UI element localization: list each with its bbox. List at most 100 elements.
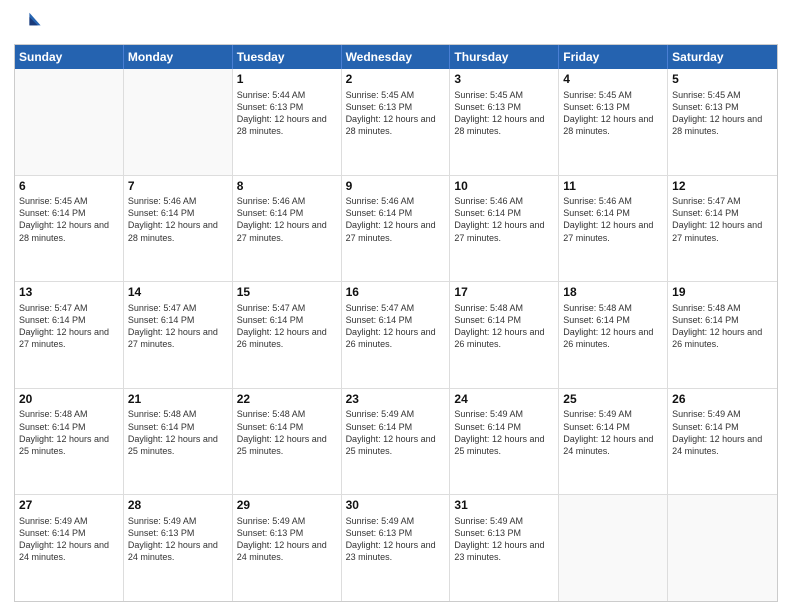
cal-cell: 4Sunrise: 5:45 AM Sunset: 6:13 PM Daylig… <box>559 69 668 175</box>
cal-cell: 14Sunrise: 5:47 AM Sunset: 6:14 PM Dayli… <box>124 282 233 388</box>
calendar: SundayMondayTuesdayWednesdayThursdayFrid… <box>14 44 778 602</box>
day-info: Sunrise: 5:45 AM Sunset: 6:13 PM Dayligh… <box>454 89 554 138</box>
day-number: 3 <box>454 72 554 88</box>
day-number: 18 <box>563 285 663 301</box>
cal-cell: 15Sunrise: 5:47 AM Sunset: 6:14 PM Dayli… <box>233 282 342 388</box>
cal-cell: 13Sunrise: 5:47 AM Sunset: 6:14 PM Dayli… <box>15 282 124 388</box>
cal-cell: 31Sunrise: 5:49 AM Sunset: 6:13 PM Dayli… <box>450 495 559 601</box>
cal-header-saturday: Saturday <box>668 45 777 69</box>
day-info: Sunrise: 5:44 AM Sunset: 6:13 PM Dayligh… <box>237 89 337 138</box>
cal-cell: 27Sunrise: 5:49 AM Sunset: 6:14 PM Dayli… <box>15 495 124 601</box>
cal-cell: 26Sunrise: 5:49 AM Sunset: 6:14 PM Dayli… <box>668 389 777 495</box>
day-info: Sunrise: 5:45 AM Sunset: 6:14 PM Dayligh… <box>19 195 119 244</box>
day-number: 20 <box>19 392 119 408</box>
cal-cell: 7Sunrise: 5:46 AM Sunset: 6:14 PM Daylig… <box>124 176 233 282</box>
cal-cell: 6Sunrise: 5:45 AM Sunset: 6:14 PM Daylig… <box>15 176 124 282</box>
cal-week-2: 6Sunrise: 5:45 AM Sunset: 6:14 PM Daylig… <box>15 176 777 283</box>
page: SundayMondayTuesdayWednesdayThursdayFrid… <box>0 0 792 612</box>
cal-cell <box>559 495 668 601</box>
cal-cell: 12Sunrise: 5:47 AM Sunset: 6:14 PM Dayli… <box>668 176 777 282</box>
cal-week-1: 1Sunrise: 5:44 AM Sunset: 6:13 PM Daylig… <box>15 69 777 176</box>
cal-cell: 18Sunrise: 5:48 AM Sunset: 6:14 PM Dayli… <box>559 282 668 388</box>
cal-cell <box>15 69 124 175</box>
cal-header-friday: Friday <box>559 45 668 69</box>
day-info: Sunrise: 5:49 AM Sunset: 6:13 PM Dayligh… <box>128 515 228 564</box>
day-info: Sunrise: 5:49 AM Sunset: 6:13 PM Dayligh… <box>237 515 337 564</box>
cal-cell: 29Sunrise: 5:49 AM Sunset: 6:13 PM Dayli… <box>233 495 342 601</box>
day-info: Sunrise: 5:49 AM Sunset: 6:13 PM Dayligh… <box>346 515 446 564</box>
cal-cell: 5Sunrise: 5:45 AM Sunset: 6:13 PM Daylig… <box>668 69 777 175</box>
cal-cell: 3Sunrise: 5:45 AM Sunset: 6:13 PM Daylig… <box>450 69 559 175</box>
cal-cell: 16Sunrise: 5:47 AM Sunset: 6:14 PM Dayli… <box>342 282 451 388</box>
cal-week-3: 13Sunrise: 5:47 AM Sunset: 6:14 PM Dayli… <box>15 282 777 389</box>
day-info: Sunrise: 5:49 AM Sunset: 6:14 PM Dayligh… <box>346 408 446 457</box>
day-info: Sunrise: 5:46 AM Sunset: 6:14 PM Dayligh… <box>128 195 228 244</box>
cal-cell: 24Sunrise: 5:49 AM Sunset: 6:14 PM Dayli… <box>450 389 559 495</box>
day-number: 12 <box>672 179 773 195</box>
cal-cell: 2Sunrise: 5:45 AM Sunset: 6:13 PM Daylig… <box>342 69 451 175</box>
day-number: 17 <box>454 285 554 301</box>
cal-cell: 10Sunrise: 5:46 AM Sunset: 6:14 PM Dayli… <box>450 176 559 282</box>
cal-cell <box>668 495 777 601</box>
day-number: 13 <box>19 285 119 301</box>
day-number: 1 <box>237 72 337 88</box>
day-info: Sunrise: 5:48 AM Sunset: 6:14 PM Dayligh… <box>454 302 554 351</box>
day-info: Sunrise: 5:48 AM Sunset: 6:14 PM Dayligh… <box>128 408 228 457</box>
day-number: 23 <box>346 392 446 408</box>
day-number: 30 <box>346 498 446 514</box>
day-info: Sunrise: 5:49 AM Sunset: 6:14 PM Dayligh… <box>454 408 554 457</box>
cal-week-4: 20Sunrise: 5:48 AM Sunset: 6:14 PM Dayli… <box>15 389 777 496</box>
day-info: Sunrise: 5:47 AM Sunset: 6:14 PM Dayligh… <box>672 195 773 244</box>
cal-week-5: 27Sunrise: 5:49 AM Sunset: 6:14 PM Dayli… <box>15 495 777 601</box>
day-number: 21 <box>128 392 228 408</box>
day-number: 2 <box>346 72 446 88</box>
day-info: Sunrise: 5:48 AM Sunset: 6:14 PM Dayligh… <box>19 408 119 457</box>
cal-cell: 9Sunrise: 5:46 AM Sunset: 6:14 PM Daylig… <box>342 176 451 282</box>
calendar-header-row: SundayMondayTuesdayWednesdayThursdayFrid… <box>15 45 777 69</box>
day-number: 28 <box>128 498 228 514</box>
cal-cell: 21Sunrise: 5:48 AM Sunset: 6:14 PM Dayli… <box>124 389 233 495</box>
day-info: Sunrise: 5:45 AM Sunset: 6:13 PM Dayligh… <box>346 89 446 138</box>
day-number: 29 <box>237 498 337 514</box>
cal-cell: 30Sunrise: 5:49 AM Sunset: 6:13 PM Dayli… <box>342 495 451 601</box>
day-info: Sunrise: 5:49 AM Sunset: 6:14 PM Dayligh… <box>19 515 119 564</box>
day-info: Sunrise: 5:46 AM Sunset: 6:14 PM Dayligh… <box>454 195 554 244</box>
day-number: 8 <box>237 179 337 195</box>
cal-cell <box>124 69 233 175</box>
cal-cell: 28Sunrise: 5:49 AM Sunset: 6:13 PM Dayli… <box>124 495 233 601</box>
cal-header-sunday: Sunday <box>15 45 124 69</box>
day-info: Sunrise: 5:49 AM Sunset: 6:13 PM Dayligh… <box>454 515 554 564</box>
day-number: 25 <box>563 392 663 408</box>
day-number: 19 <box>672 285 773 301</box>
day-info: Sunrise: 5:45 AM Sunset: 6:13 PM Dayligh… <box>672 89 773 138</box>
cal-cell: 17Sunrise: 5:48 AM Sunset: 6:14 PM Dayli… <box>450 282 559 388</box>
cal-header-tuesday: Tuesday <box>233 45 342 69</box>
day-info: Sunrise: 5:46 AM Sunset: 6:14 PM Dayligh… <box>346 195 446 244</box>
day-number: 22 <box>237 392 337 408</box>
header <box>14 10 778 38</box>
day-number: 31 <box>454 498 554 514</box>
day-info: Sunrise: 5:47 AM Sunset: 6:14 PM Dayligh… <box>346 302 446 351</box>
cal-cell: 20Sunrise: 5:48 AM Sunset: 6:14 PM Dayli… <box>15 389 124 495</box>
day-number: 4 <box>563 72 663 88</box>
day-info: Sunrise: 5:47 AM Sunset: 6:14 PM Dayligh… <box>237 302 337 351</box>
day-info: Sunrise: 5:45 AM Sunset: 6:13 PM Dayligh… <box>563 89 663 138</box>
cal-cell: 23Sunrise: 5:49 AM Sunset: 6:14 PM Dayli… <box>342 389 451 495</box>
day-number: 9 <box>346 179 446 195</box>
day-info: Sunrise: 5:49 AM Sunset: 6:14 PM Dayligh… <box>672 408 773 457</box>
cal-cell: 1Sunrise: 5:44 AM Sunset: 6:13 PM Daylig… <box>233 69 342 175</box>
cal-header-wednesday: Wednesday <box>342 45 451 69</box>
day-number: 27 <box>19 498 119 514</box>
day-info: Sunrise: 5:49 AM Sunset: 6:14 PM Dayligh… <box>563 408 663 457</box>
day-info: Sunrise: 5:48 AM Sunset: 6:14 PM Dayligh… <box>563 302 663 351</box>
day-number: 10 <box>454 179 554 195</box>
cal-cell: 19Sunrise: 5:48 AM Sunset: 6:14 PM Dayli… <box>668 282 777 388</box>
day-number: 11 <box>563 179 663 195</box>
calendar-body: 1Sunrise: 5:44 AM Sunset: 6:13 PM Daylig… <box>15 69 777 601</box>
cal-cell: 11Sunrise: 5:46 AM Sunset: 6:14 PM Dayli… <box>559 176 668 282</box>
day-number: 6 <box>19 179 119 195</box>
day-number: 5 <box>672 72 773 88</box>
day-info: Sunrise: 5:47 AM Sunset: 6:14 PM Dayligh… <box>19 302 119 351</box>
day-number: 7 <box>128 179 228 195</box>
day-number: 14 <box>128 285 228 301</box>
